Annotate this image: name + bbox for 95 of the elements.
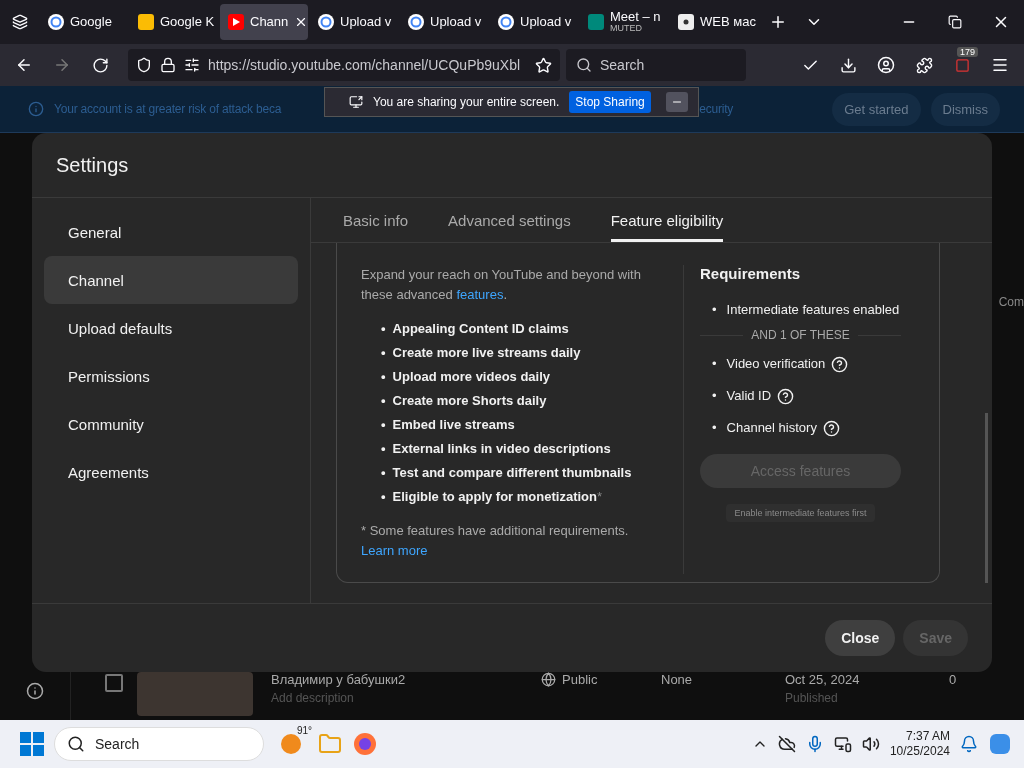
nav-item[interactable]: Channel xyxy=(44,256,298,304)
extension-badge: 179 xyxy=(956,47,978,57)
browser-tab[interactable]: Meet – n MUTED xyxy=(580,4,668,40)
learn-more-link[interactable]: Learn more xyxy=(361,543,428,558)
play-icon xyxy=(228,14,244,30)
requirement-text: Video verification xyxy=(726,355,826,373)
banner-text: Your account is at greater risk of attack beca xyxy=(54,102,282,116)
browser-tab[interactable]: Chann xyxy=(220,4,308,40)
browser-tab[interactable]: Google K xyxy=(130,4,218,40)
nav-item[interactable]: General xyxy=(44,208,298,256)
divider-label: AND 1 OF THESE xyxy=(751,328,850,342)
browser-icon[interactable] xyxy=(352,731,378,757)
tab-title: Google xyxy=(70,15,112,29)
tab-title: Upload v xyxy=(520,15,572,29)
taskbar-search[interactable]: Search xyxy=(54,727,264,761)
settings-tab[interactable]: Advanced settings xyxy=(448,198,571,242)
date-status: Published xyxy=(785,691,839,705)
settings-tab[interactable]: Feature eligibility xyxy=(610,198,724,242)
temperature-text: 91° xyxy=(296,725,312,736)
feature-item: • Create more Shorts daily xyxy=(381,392,548,410)
hint-tooltip: Enable intermediate features first xyxy=(726,504,875,522)
feature-item: • Create more live streams daily xyxy=(381,344,582,362)
stop-sharing-button[interactable]: Stop Sharing xyxy=(569,91,651,113)
feature-item: • Appealing Content ID claims xyxy=(381,320,570,338)
nav-item[interactable]: Upload defaults xyxy=(44,304,298,352)
video-description: Add description xyxy=(271,691,355,705)
address-bar[interactable]: https://studio.youtube.com/channel/UCQuPb9uXbl xyxy=(128,49,560,81)
tab-title: Upload v xyxy=(340,15,392,29)
requirement-text: Intermediate features enabled xyxy=(726,301,900,319)
help-icon[interactable] xyxy=(822,419,840,437)
restrictions-text: None xyxy=(661,672,694,687)
browser-tab[interactable]: WEB мас xyxy=(670,4,758,40)
browser-tab[interactable]: Google xyxy=(40,4,128,40)
checkbox[interactable] xyxy=(105,674,123,692)
feature-item: • Test and compare different thumbnails xyxy=(381,464,633,482)
nav-item[interactable]: Community xyxy=(44,400,298,448)
feature-item: • Eligible to apply for monetization* xyxy=(381,488,604,506)
minimize-button[interactable] xyxy=(666,92,688,112)
sharing-text: You are sharing your entire screen. xyxy=(373,95,560,109)
nav-item[interactable]: Agreements xyxy=(44,448,298,496)
close-icon[interactable] xyxy=(294,15,308,29)
app-icon[interactable] xyxy=(988,732,1012,756)
browser-tab[interactable]: Upload v xyxy=(400,4,488,40)
tab-title: Meet – n xyxy=(610,10,661,25)
visibility-text: Public xyxy=(562,672,598,687)
lock-icon[interactable] xyxy=(160,57,176,73)
dialog-title: Settings xyxy=(32,133,992,198)
requirements-title: Requirements xyxy=(700,265,802,282)
bullet-text: • xyxy=(712,301,717,319)
bullet-text: • xyxy=(712,419,717,437)
bell-icon[interactable] xyxy=(960,735,978,753)
screen-share-icon xyxy=(349,95,363,109)
feature-item: • Upload more videos daily xyxy=(381,368,552,386)
volume-icon[interactable] xyxy=(861,735,880,753)
feedback-icon[interactable] xyxy=(26,682,44,700)
extension-icon xyxy=(954,57,970,73)
tab-title: WEB мас xyxy=(700,15,756,29)
column-text: Com xyxy=(998,295,1024,309)
globe-icon xyxy=(541,672,556,687)
views-count: 0 xyxy=(949,672,958,687)
info-icon xyxy=(28,101,44,117)
search-field[interactable]: Search xyxy=(566,49,746,81)
dialog-button[interactable]: Close xyxy=(825,620,896,656)
settings-tab[interactable]: Basic info xyxy=(343,198,409,242)
date-text: Oct 25, 2024 xyxy=(785,672,861,687)
browser-tab[interactable]: Upload v xyxy=(490,4,578,40)
network-icon[interactable] xyxy=(833,735,852,753)
browser-tab[interactable]: Upload v xyxy=(310,4,398,40)
bullet-text: • xyxy=(712,387,717,405)
feature-item: • External links in video descriptions xyxy=(381,440,612,458)
help-icon[interactable] xyxy=(777,387,795,405)
scrollbar[interactable] xyxy=(985,413,988,583)
requirement-text: Valid ID xyxy=(726,387,772,405)
footnote-text: * Some features have additional requirements. Learn more xyxy=(361,522,630,560)
shield-icon[interactable] xyxy=(136,57,152,73)
windows-logo-icon[interactable] xyxy=(20,732,44,756)
feature-item: • Embed live streams xyxy=(381,416,516,434)
help-icon[interactable] xyxy=(831,355,849,373)
search-icon xyxy=(576,57,592,73)
clock[interactable]: 7:37 AM 10/25/2024 xyxy=(889,729,950,759)
search-icon xyxy=(67,735,85,753)
tab-title: Upload v xyxy=(430,15,482,29)
cloud-off-icon[interactable] xyxy=(777,735,796,753)
tab-muted-label: MUTED xyxy=(610,24,643,34)
sliders-icon[interactable] xyxy=(184,57,200,73)
requirement-text: Channel history xyxy=(726,419,817,437)
tab-title: Google K xyxy=(160,15,215,29)
banner-text: ecurity xyxy=(699,102,734,116)
extension-button[interactable]: 179 xyxy=(944,47,980,83)
video-title: Владимир у бабушки2 xyxy=(271,672,407,687)
nav-item[interactable]: Permissions xyxy=(44,352,298,400)
star-icon[interactable] xyxy=(535,56,552,74)
bullet-text: • xyxy=(712,355,717,373)
intro-text: Expand your reach on YouTube and beyond with these advanced features. xyxy=(361,266,642,304)
tab-title: Chann xyxy=(250,15,289,29)
